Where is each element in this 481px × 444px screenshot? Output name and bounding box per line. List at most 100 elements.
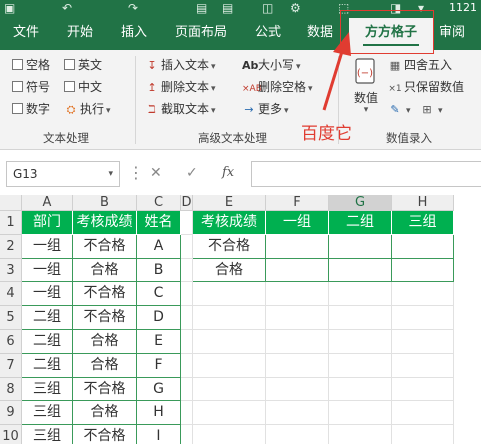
table-cell[interactable] bbox=[266, 306, 329, 330]
table-cell[interactable] bbox=[266, 282, 329, 307]
table-cell[interactable] bbox=[266, 234, 329, 259]
table-cell[interactable]: 三组 bbox=[22, 425, 73, 444]
table-cell[interactable]: I bbox=[137, 425, 181, 444]
table-cell[interactable]: A bbox=[137, 234, 181, 259]
table-cell[interactable] bbox=[193, 401, 266, 426]
row-header-7[interactable]: 7 bbox=[0, 353, 22, 378]
table-cell[interactable] bbox=[181, 282, 193, 307]
column-header-E[interactable]: E bbox=[193, 195, 266, 211]
table-cell[interactable] bbox=[181, 330, 193, 354]
table-cell[interactable]: 一组 bbox=[22, 234, 73, 259]
more-options-icon[interactable]: ⋮ bbox=[128, 163, 144, 182]
table-cell[interactable] bbox=[193, 377, 266, 402]
insert-function-icon[interactable]: fx bbox=[222, 165, 234, 180]
table-cell[interactable]: G bbox=[137, 377, 181, 402]
confirm-icon[interactable]: ✓ bbox=[186, 165, 198, 181]
table-cell[interactable]: 合格 bbox=[73, 401, 137, 426]
name-box[interactable]: G13 ▾ bbox=[6, 161, 120, 187]
table-cell[interactable]: 不合格 bbox=[73, 234, 137, 259]
table-cell[interactable] bbox=[181, 306, 193, 330]
table-cell[interactable] bbox=[392, 377, 454, 402]
table-cell[interactable] bbox=[392, 401, 454, 426]
table-cell[interactable]: F bbox=[137, 353, 181, 378]
table-cell[interactable] bbox=[181, 353, 193, 378]
table-cell[interactable]: 不合格 bbox=[73, 377, 137, 402]
table-cell[interactable] bbox=[181, 234, 193, 259]
cell-header[interactable]: 一组 bbox=[266, 211, 329, 235]
table-cell[interactable] bbox=[329, 330, 392, 354]
table-cell[interactable] bbox=[193, 282, 266, 307]
table-cell[interactable] bbox=[266, 401, 329, 426]
row-header-1[interactable]: 1 bbox=[0, 211, 22, 235]
table-cell[interactable]: E bbox=[137, 330, 181, 354]
table-cell[interactable]: 二组 bbox=[22, 306, 73, 330]
cell-header[interactable]: 姓名 bbox=[137, 211, 181, 235]
table-cell[interactable] bbox=[193, 330, 266, 354]
table-cell[interactable] bbox=[329, 425, 392, 444]
table-cell[interactable]: H bbox=[137, 401, 181, 426]
row-header-5[interactable]: 5 bbox=[0, 306, 22, 330]
cell[interactable] bbox=[181, 211, 193, 235]
column-header-H[interactable]: H bbox=[392, 195, 454, 211]
row-header-2[interactable]: 2 bbox=[0, 234, 22, 259]
table-cell[interactable]: C bbox=[137, 282, 181, 307]
table-cell[interactable]: 不合格 bbox=[73, 282, 137, 307]
table-cell[interactable]: 一组 bbox=[22, 258, 73, 283]
table-cell[interactable] bbox=[392, 425, 454, 444]
table-cell[interactable] bbox=[193, 353, 266, 378]
table-cell[interactable] bbox=[193, 425, 266, 444]
select-all-corner[interactable] bbox=[0, 195, 22, 211]
table-cell[interactable] bbox=[329, 377, 392, 402]
cell-header[interactable]: 三组 bbox=[392, 211, 454, 235]
column-header-F[interactable]: F bbox=[266, 195, 329, 211]
table-cell[interactable] bbox=[181, 258, 193, 283]
table-cell[interactable] bbox=[266, 377, 329, 402]
table-cell[interactable] bbox=[193, 306, 266, 330]
table-cell[interactable] bbox=[266, 330, 329, 354]
column-header-C[interactable]: C bbox=[137, 195, 181, 211]
table-cell[interactable] bbox=[329, 401, 392, 426]
cell-header[interactable]: 考核成绩 bbox=[193, 211, 266, 235]
table-cell[interactable] bbox=[329, 282, 392, 307]
table-cell[interactable]: 二组 bbox=[22, 353, 73, 378]
table-cell[interactable] bbox=[392, 258, 454, 283]
row-header-10[interactable]: 10 bbox=[0, 425, 22, 444]
table-cell[interactable]: 不合格 bbox=[73, 306, 137, 330]
table-cell[interactable] bbox=[329, 234, 392, 259]
table-cell[interactable] bbox=[329, 306, 392, 330]
table-cell[interactable]: 不合格 bbox=[193, 234, 266, 259]
cell-header[interactable]: 二组 bbox=[329, 211, 392, 235]
column-header-A[interactable]: A bbox=[22, 195, 73, 211]
table-cell[interactable] bbox=[266, 258, 329, 283]
table-cell[interactable]: 三组 bbox=[22, 377, 73, 402]
table-cell[interactable]: 一组 bbox=[22, 282, 73, 307]
table-cell[interactable] bbox=[392, 353, 454, 378]
table-cell[interactable] bbox=[329, 353, 392, 378]
column-header-D[interactable]: D bbox=[181, 195, 193, 211]
table-cell[interactable] bbox=[392, 282, 454, 307]
table-cell[interactable]: 二组 bbox=[22, 330, 73, 354]
table-cell[interactable] bbox=[266, 425, 329, 444]
row-header-8[interactable]: 8 bbox=[0, 377, 22, 402]
table-cell[interactable]: B bbox=[137, 258, 181, 283]
table-cell[interactable]: 不合格 bbox=[73, 425, 137, 444]
column-header-G[interactable]: G bbox=[329, 195, 392, 211]
table-cell[interactable]: 合格 bbox=[193, 258, 266, 283]
table-cell[interactable]: 合格 bbox=[73, 330, 137, 354]
table-cell[interactable]: 合格 bbox=[73, 353, 137, 378]
table-cell[interactable] bbox=[181, 401, 193, 426]
formula-input[interactable] bbox=[251, 161, 481, 187]
row-header-9[interactable]: 9 bbox=[0, 401, 22, 426]
table-cell[interactable]: 三组 bbox=[22, 401, 73, 426]
row-header-4[interactable]: 4 bbox=[0, 282, 22, 307]
table-cell[interactable] bbox=[392, 330, 454, 354]
table-cell[interactable] bbox=[392, 234, 454, 259]
cell-header[interactable]: 部门 bbox=[22, 211, 73, 235]
column-header-B[interactable]: B bbox=[73, 195, 137, 211]
table-cell[interactable]: 合格 bbox=[73, 258, 137, 283]
table-cell[interactable] bbox=[181, 377, 193, 402]
cancel-icon[interactable]: ✕ bbox=[150, 165, 162, 181]
table-cell[interactable] bbox=[266, 353, 329, 378]
table-cell[interactable] bbox=[329, 258, 392, 283]
row-header-6[interactable]: 6 bbox=[0, 330, 22, 354]
